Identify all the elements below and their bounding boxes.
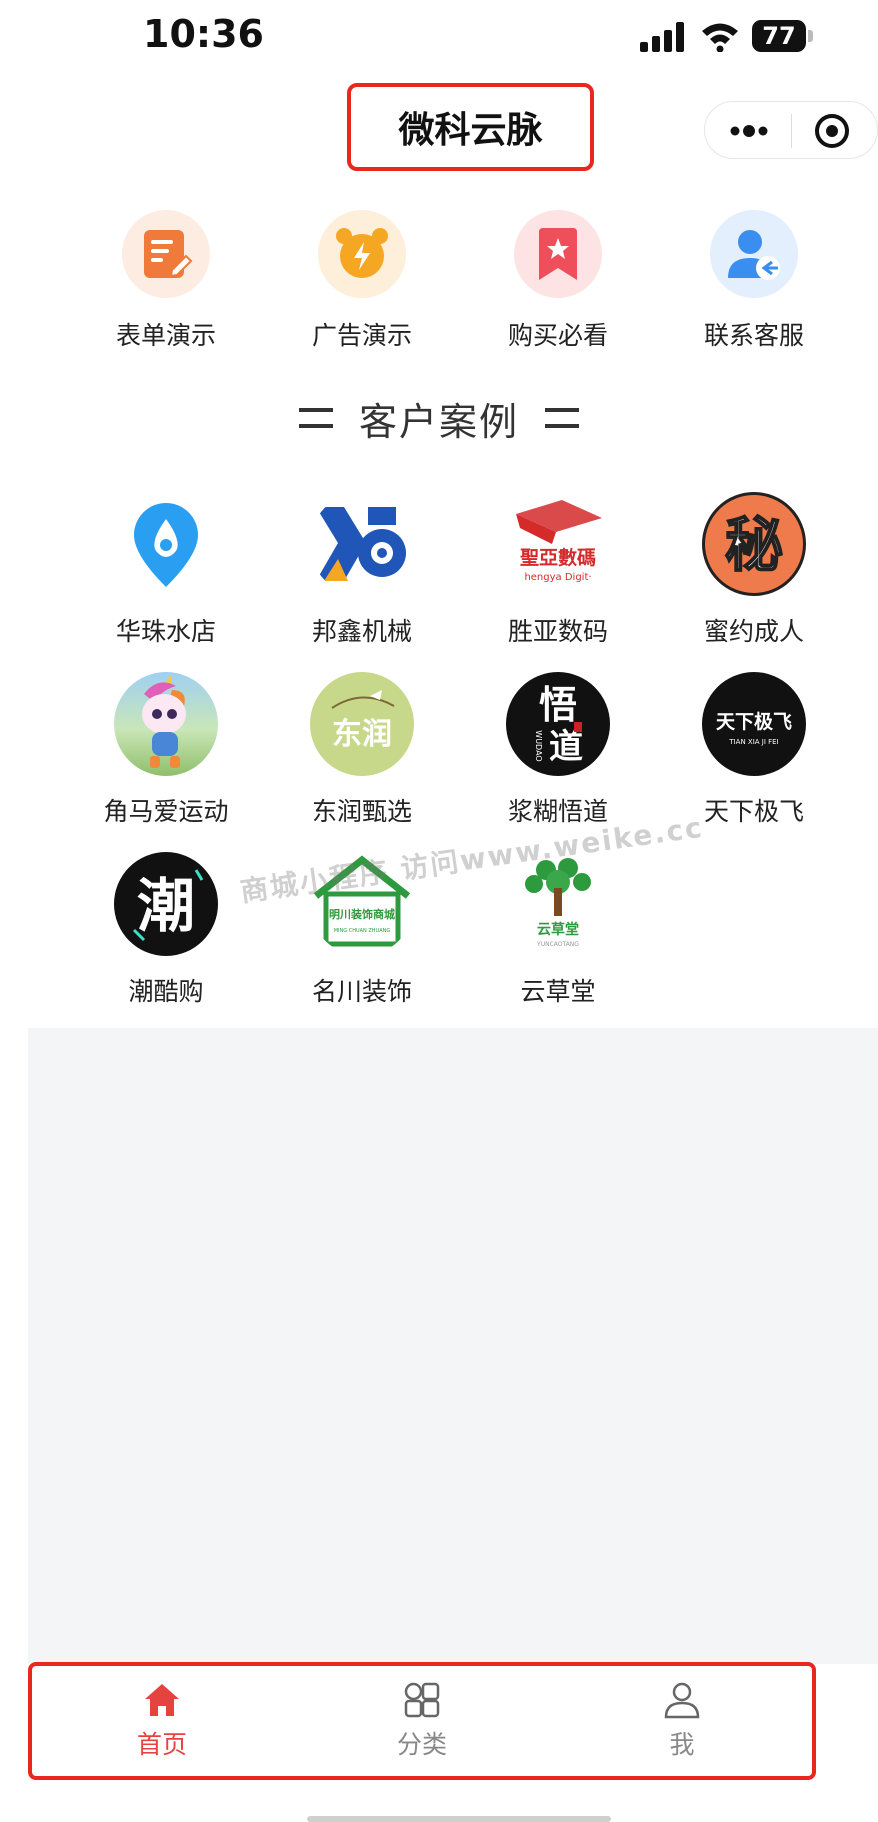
logo-text: 聖亞數碼 xyxy=(520,547,596,569)
logo-text: 悟 xyxy=(539,682,577,727)
case-item-jiaoma[interactable]: 角马爱运动 xyxy=(68,672,264,832)
mini-program-capsule xyxy=(704,101,878,159)
tab-home[interactable]: 首页 xyxy=(32,1666,292,1776)
more-icon[interactable] xyxy=(727,118,771,144)
bookmark-star-icon xyxy=(514,210,602,298)
mi-logo-icon: 秘 xyxy=(702,492,806,596)
user-icon xyxy=(664,1682,700,1719)
quick-item-contact-service[interactable]: 联系客服 xyxy=(656,210,852,360)
close-target-icon[interactable] xyxy=(813,112,851,150)
battery-level: 77 xyxy=(752,20,806,52)
tab-label: 分类 xyxy=(396,1730,447,1759)
section-title: 客户案例 xyxy=(0,388,878,448)
alarm-clock-icon xyxy=(318,210,406,298)
logo-subtext: hengya Digit· xyxy=(524,572,591,583)
case-label: 华珠水店 xyxy=(115,617,216,646)
case-label: 东润甄选 xyxy=(311,797,412,826)
status-bar: 10:36 77 xyxy=(0,0,878,72)
case-label: 邦鑫机械 xyxy=(311,617,412,646)
case-item-bangxin[interactable]: 邦鑫机械 xyxy=(264,492,460,652)
logo-text-2: 道 xyxy=(549,727,583,767)
case-label: 天下极飞 xyxy=(703,797,804,826)
tianxia-logo-icon: 天下极飞 TIAN XIA JI FEI xyxy=(702,672,806,776)
case-label: 胜亚数码 xyxy=(507,617,608,646)
tab-label: 我 xyxy=(669,1730,695,1759)
case-label: 名川装饰 xyxy=(311,977,412,1006)
quick-menu: 表单演示 广告演示 购买必看 联系客服 xyxy=(68,210,852,360)
section-title-text: 客户案例 xyxy=(358,399,519,444)
title-decoration-right xyxy=(545,408,579,428)
water-drop-icon xyxy=(114,492,218,596)
status-time: 10:36 xyxy=(143,12,264,56)
battery-icon: 77 xyxy=(752,20,814,52)
case-item-wudao[interactable]: 悟 道 WUDAO 浆糊悟道 xyxy=(460,672,656,832)
quick-item-label: 购买必看 xyxy=(507,321,608,350)
quick-item-label: 表单演示 xyxy=(115,321,216,350)
case-label: 角马爱运动 xyxy=(103,797,229,826)
case-item-yuncaotang[interactable]: 云草堂 YUNCAOTANG 云草堂 xyxy=(460,852,656,1012)
unicorn-avatar-icon xyxy=(114,672,218,776)
gear-logo-icon xyxy=(310,492,414,596)
logo-text: 潮 xyxy=(137,872,195,940)
nav-title-highlight: 微科云脉 xyxy=(347,83,594,171)
tab-category[interactable]: 分类 xyxy=(292,1666,552,1776)
quick-item-purchase-guide[interactable]: 购买必看 xyxy=(460,210,656,360)
home-icon xyxy=(145,1684,179,1716)
user-contact-icon xyxy=(710,210,798,298)
title-decoration-left xyxy=(298,408,333,428)
quick-item-label: 联系客服 xyxy=(703,321,804,350)
case-item-chaoku[interactable]: 潮 潮酷购 xyxy=(68,852,264,1012)
case-label: 云草堂 xyxy=(520,977,596,1006)
digital-logo-icon: 聖亞數碼 hengya Digit· xyxy=(506,492,610,596)
quick-item-ad-demo[interactable]: 广告演示 xyxy=(264,210,460,360)
logo-text: 云草堂 xyxy=(537,921,579,938)
logo-subtext: WUDAO xyxy=(534,730,543,761)
case-item-miyue[interactable]: 秘 蜜约成人 xyxy=(656,492,852,652)
tab-label: 首页 xyxy=(136,1730,187,1759)
logo-text: 东润 xyxy=(332,717,392,752)
case-grid: 华珠水店 邦鑫机械 聖亞數碼 hengya Digit· 胜亚数码 秘 蜜约成人… xyxy=(68,492,852,1012)
cellular-signal-icon xyxy=(640,22,684,52)
logo-text: 天下极飞 xyxy=(716,710,792,733)
case-item-huazhu[interactable]: 华珠水店 xyxy=(68,492,264,652)
logo-subtext: YUNCAOTANG xyxy=(536,941,579,948)
wifi-icon xyxy=(702,23,738,52)
case-label: 潮酷购 xyxy=(128,977,204,1006)
logo-subtext: TIAN XIA JI FEI xyxy=(728,738,778,746)
case-item-shengya[interactable]: 聖亞數碼 hengya Digit· 胜亚数码 xyxy=(460,492,656,652)
page-title: 微科云脉 xyxy=(398,110,543,151)
quick-item-label: 广告演示 xyxy=(311,321,412,350)
wudao-logo-icon: 悟 道 WUDAO xyxy=(506,672,610,776)
logo-text: 秘 xyxy=(725,511,783,579)
chao-logo-icon: 潮 xyxy=(114,852,218,956)
case-label: 蜜约成人 xyxy=(703,617,804,646)
logo-text: 明川装饰商城 xyxy=(329,907,395,921)
logo-subtext: MING CHUAN ZHUANG xyxy=(334,928,391,934)
category-grid-icon xyxy=(404,1682,440,1718)
quick-item-form-demo[interactable]: 表单演示 xyxy=(68,210,264,360)
dongrun-logo-icon: 东润 xyxy=(310,672,414,776)
form-icon xyxy=(122,210,210,298)
case-item-dongrun[interactable]: 东润 东润甄选 xyxy=(264,672,460,832)
home-indicator xyxy=(307,1816,611,1822)
tab-bar: 首页 分类 我 xyxy=(28,1662,816,1780)
tab-me[interactable]: 我 xyxy=(552,1666,812,1776)
content-area xyxy=(28,1028,878,1664)
